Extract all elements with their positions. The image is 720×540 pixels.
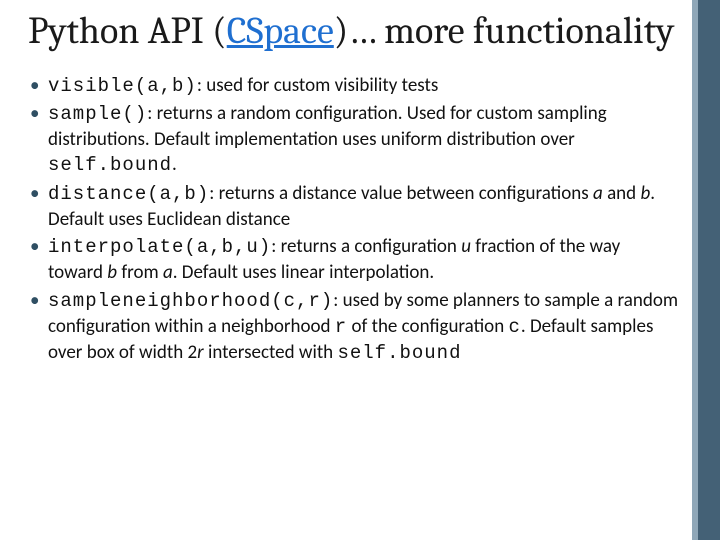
desc-text: : used for custom visibility tests: [197, 74, 438, 97]
slide-title: Python API (CSpace)… more functionality: [28, 10, 678, 53]
method-signature: sample(): [48, 103, 147, 125]
method-signature: distance(a,b): [48, 183, 209, 205]
var-span: u: [461, 235, 471, 258]
list-item: sample(): returns a random configuration…: [28, 101, 678, 179]
var-span: b: [107, 261, 117, 284]
var-span: a: [163, 261, 173, 284]
desc-text: and: [603, 182, 641, 205]
desc-text: : returns a distance value between confi…: [209, 182, 593, 205]
method-signature: sampleneighborhood(c,r): [48, 290, 333, 312]
desc-text: of the configuration: [347, 315, 508, 338]
code-span: c: [508, 316, 520, 338]
bullet-list: visible(a,b): used for custom visibility…: [28, 73, 678, 367]
accent-sidebar-inner: [692, 0, 698, 540]
list-item: visible(a,b): used for custom visibility…: [28, 73, 678, 99]
desc-text: intersected with: [204, 341, 338, 364]
slide-content: Python API (CSpace)… more functionality …: [28, 10, 678, 368]
desc-text: : returns a configuration: [271, 235, 461, 258]
method-signature: interpolate(a,b,u): [48, 236, 271, 258]
desc-text: from: [117, 261, 163, 284]
code-span: self.bound: [48, 154, 172, 176]
list-item: distance(a,b): returns a distance value …: [28, 181, 678, 233]
code-span: self.bound: [337, 342, 461, 364]
list-item: interpolate(a,b,u): returns a configurat…: [28, 234, 678, 286]
code-span: r: [335, 316, 347, 338]
title-link[interactable]: CSpace: [227, 9, 334, 53]
title-pre: Python API (: [28, 9, 227, 53]
var-span: b: [640, 182, 650, 205]
method-signature: visible(a,b): [48, 75, 197, 97]
accent-sidebar: [692, 0, 720, 540]
title-post: )… more functionality: [334, 9, 675, 53]
desc-text: .: [172, 153, 177, 176]
list-item: sampleneighborhood(c,r): used by some pl…: [28, 288, 678, 367]
desc-text: . Default uses linear interpolation.: [173, 261, 434, 284]
var-span: a: [593, 182, 603, 205]
